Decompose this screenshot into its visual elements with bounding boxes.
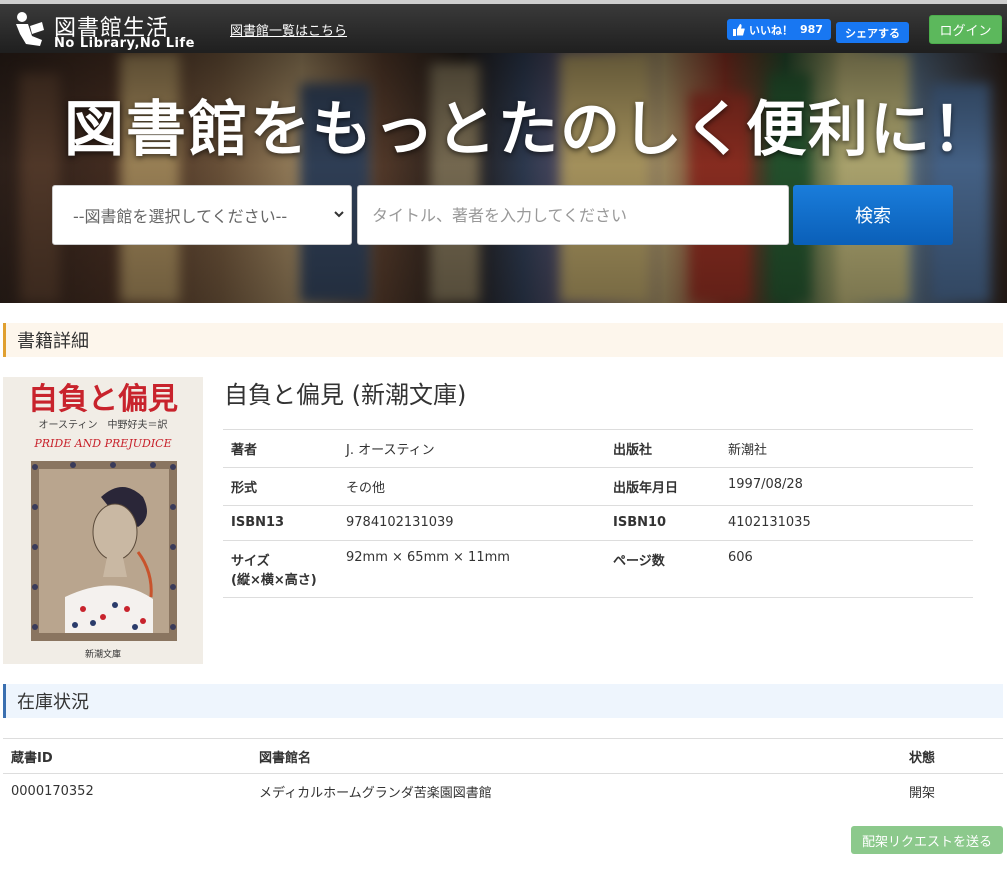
search-button[interactable]: 検索 <box>793 185 953 245</box>
detail-key: ISBN13 <box>223 505 338 541</box>
detail-key: 出版年月日 <box>605 467 720 506</box>
login-button[interactable]: ログイン <box>929 15 1002 44</box>
facebook-share-button[interactable]: シェアする <box>836 22 909 43</box>
logo-subtitle: No Library,No Life <box>54 36 195 51</box>
detail-value: 606 <box>720 540 973 598</box>
stock-table: 蔵書ID 図書館名 状態 0000170352 メディカルホームグランダ苦楽園図… <box>3 738 1003 809</box>
book-cover: 自負と偏見 オースティン 中野好夫＝訳 PRIDE AND PREJUDICE … <box>3 377 203 664</box>
detail-value: J. オースティン <box>338 429 605 468</box>
book-detail-table: 著者 J. オースティン 出版社 新潮社 形式 その他 出版年月日 1997/0… <box>223 429 973 598</box>
column-header-status: 状態 <box>901 738 1003 774</box>
column-header-library: 図書館名 <box>251 738 901 774</box>
detail-value: 92mm × 65mm × 11mm <box>338 540 605 598</box>
detail-row: サイズ (縦×横×高さ) 92mm × 65mm × 11mm ページ数 606 <box>223 540 973 598</box>
detail-key: 形式 <box>223 467 338 506</box>
cover-english-title: PRIDE AND PREJUDICE <box>33 437 171 450</box>
site-logo[interactable]: 図書館生活 No Library,No Life <box>12 10 212 54</box>
detail-row: 著者 J. オースティン 出版社 新潮社 <box>223 429 973 468</box>
like-label: いいね！ <box>749 23 793 37</box>
detail-key: 出版社 <box>605 429 720 468</box>
like-count: 987 <box>800 23 823 36</box>
chevron-down-icon <box>334 211 344 218</box>
cover-credits: オースティン 中野好夫＝訳 <box>39 418 168 431</box>
cover-title: 自負と偏見 <box>28 382 178 417</box>
detail-key: サイズ (縦×横×高さ) <box>223 540 338 598</box>
stock-library-cell: メディカルホームグランダ苦楽園図書館 <box>259 785 492 801</box>
book-detail-heading: 書籍詳細 <box>3 323 1003 357</box>
library-list-link[interactable]: 図書館一覧はこちら <box>230 20 347 39</box>
stock-status-heading: 在庫状況 <box>3 684 1003 718</box>
book-title: 自負と偏見 (新潮文庫) <box>224 381 467 409</box>
library-select[interactable]: --図書館を選択してください-- <box>52 185 352 245</box>
detail-row: ISBN13 9784102131039 ISBN10 4102131035 <box>223 505 973 541</box>
stock-table-header: 蔵書ID 図書館名 状態 <box>3 738 1003 774</box>
detail-value: 4102131035 <box>720 505 973 541</box>
detail-value: 9784102131039 <box>338 505 605 541</box>
detail-key: 著者 <box>223 429 338 468</box>
facebook-like-button[interactable]: いいね！ 987 <box>727 19 831 40</box>
thumbs-up-icon <box>733 23 745 36</box>
detail-value: 1997/08/28 <box>720 467 973 506</box>
detail-value: その他 <box>338 467 605 506</box>
search-input[interactable] <box>357 185 789 245</box>
top-bar: 図書館生活 No Library,No Life 図書館一覧はこちら いいね！ … <box>0 0 1007 53</box>
stock-status-cell: 開架 <box>909 785 936 801</box>
shelf-request-button[interactable]: 配架リクエストを送る <box>851 826 1003 854</box>
library-select-value: --図書館を選択してください-- <box>73 207 288 226</box>
size-key-label: サイズ <box>231 554 270 569</box>
cover-publisher-mark: 新潮文庫 <box>85 648 121 660</box>
table-row: 0000170352 メディカルホームグランダ苦楽園図書館 開架 <box>3 774 1003 809</box>
stock-id-cell: 0000170352 <box>11 783 94 799</box>
detail-value: 新潮社 <box>720 429 973 468</box>
detail-key: ISBN10 <box>605 505 720 541</box>
hero-title: 図書館をもっとたのしく便利に！ <box>64 95 994 165</box>
column-header-id: 蔵書ID <box>3 738 251 774</box>
reading-person-icon <box>16 12 44 46</box>
size-key-sublabel: (縦×横×高さ) <box>231 573 317 588</box>
hero-banner: 図書館をもっとたのしく便利に！ --図書館を選択してください-- 検索 <box>0 53 1007 303</box>
detail-row: 形式 その他 出版年月日 1997/08/28 <box>223 467 973 506</box>
detail-key: ページ数 <box>605 540 720 598</box>
